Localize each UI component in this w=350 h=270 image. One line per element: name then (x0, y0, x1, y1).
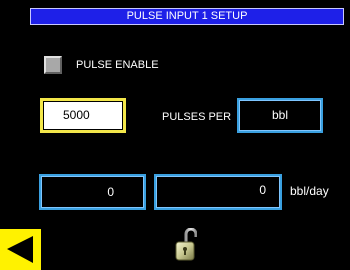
volume-unit-selector[interactable]: bbl (237, 98, 323, 133)
pulses-per-label: PULSES PER (162, 111, 232, 123)
back-arrow-icon (7, 236, 33, 263)
page-title: PULSE INPUT 1 SETUP (30, 8, 344, 25)
back-button[interactable] (0, 229, 41, 270)
flow-rate-readout: 0 (154, 174, 282, 210)
pulses-value-input[interactable]: 5000 (40, 98, 126, 133)
pulse-enable-label: PULSE ENABLE (76, 59, 159, 71)
pulse-count-readout: 0 (39, 174, 146, 210)
pulse-enable-checkbox[interactable] (44, 56, 62, 74)
unlocked-padlock-icon[interactable] (175, 228, 197, 262)
flow-rate-unit-label: bbl/day (290, 184, 329, 198)
